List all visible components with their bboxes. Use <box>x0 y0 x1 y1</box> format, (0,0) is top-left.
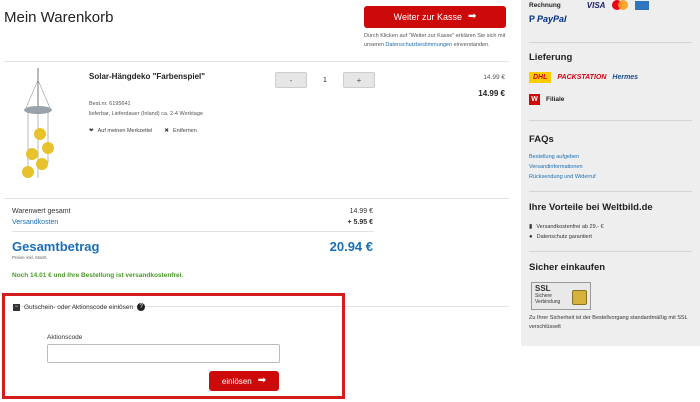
remove-link[interactable]: ✖ Entfernen <box>164 128 196 134</box>
product-image[interactable] <box>18 68 58 188</box>
coupon-field-label: Aktionscode <box>47 334 83 341</box>
benefit-free-shipping: Versandkostenfrei ab 29.- € <box>536 223 604 230</box>
heart-icon: ❤ <box>89 128 94 134</box>
divider <box>529 251 692 252</box>
goods-total-label: Warenwert gesamt <box>12 208 71 215</box>
delivery-title: Lieferung <box>529 52 573 63</box>
help-icon[interactable]: ? <box>137 303 146 311</box>
quantity-increase-button[interactable]: + <box>343 72 375 88</box>
secure-title: Sicher einkaufen <box>529 262 606 273</box>
paypal-icon: P <box>529 14 536 24</box>
benefit-item: ● Datenschutz garantiert <box>529 234 592 240</box>
quantity-stepper: - 1 + <box>275 71 375 89</box>
divider <box>4 61 509 62</box>
line-total-price: 14.99 € <box>478 89 505 98</box>
order-number: Best.nr. 6195641 <box>89 101 131 107</box>
vat-note: Preise inkl. MwSt. <box>12 255 48 260</box>
faq-link-returns[interactable]: Rücksendung und Widerruf <box>529 174 596 180</box>
amex-icon <box>635 0 650 10</box>
visa-logo: VISA <box>586 0 606 10</box>
remove-icon: ✖ <box>164 128 169 134</box>
divider <box>529 191 692 192</box>
hermes-logo: Hermes <box>612 74 639 81</box>
phone-icon: ▮ <box>529 224 533 230</box>
mastercard-icon <box>611 0 629 10</box>
coupon-code-input[interactable] <box>47 344 280 363</box>
unit-price: 14.99 € <box>483 74 505 81</box>
payment-methods: Rechnung VISA <box>529 0 650 10</box>
redeem-button-label: einlösen <box>221 376 252 386</box>
delivery-info: lieferbar, Lieferdauer (Inland) ca. 2-4 … <box>89 111 203 117</box>
divider <box>529 42 692 43</box>
divider <box>529 120 692 121</box>
filiale-row: W Filiale <box>529 94 564 105</box>
filiale-icon: W <box>529 94 540 105</box>
ssl-badge: SSL Sichere Verbindung <box>531 282 591 310</box>
filiale-label: Filiale <box>546 96 565 103</box>
checkout-button-label: Weiter zur Kasse <box>393 12 462 22</box>
divider <box>4 198 509 199</box>
product-meta: Best.nr. 6195641 lieferbar, Lieferdauer … <box>89 99 203 119</box>
arrow-right-icon: ➡ <box>257 375 267 386</box>
wishlist-link[interactable]: ❤ Auf meinen Merkzettel <box>89 128 152 134</box>
shipping-label[interactable]: Versandkosten <box>12 219 58 226</box>
collapse-icon: − <box>13 303 20 311</box>
quantity-value[interactable]: 1 <box>307 77 343 84</box>
coupon-toggle[interactable]: − Gutschein- oder Aktionscode einlösen ? <box>13 303 146 311</box>
coupon-section: − Gutschein- oder Aktionscode einlösen ?… <box>2 293 345 399</box>
grand-total-label: Gesamtbetrag <box>12 239 100 254</box>
invoice-label: Rechnung <box>529 1 561 9</box>
free-shipping-note: Noch 14.01 € und Ihre Bestellung ist ver… <box>12 272 184 279</box>
paypal-row: P PayPal <box>529 14 567 24</box>
packstation-logo: PACKSTATION <box>557 74 607 81</box>
page-title: Mein Warenkorb <box>4 9 114 26</box>
faq-link-shipping[interactable]: Versandinformationen <box>529 164 583 170</box>
redeem-button[interactable]: einlösen ➡ <box>209 371 279 391</box>
cart-main: Mein Warenkorb Weiter zur Kasse ➡ Durch … <box>0 0 515 402</box>
arrow-right-icon: ➡ <box>467 11 477 22</box>
coupon-toggle-label: Gutschein- oder Aktionscode einlösen <box>24 303 134 311</box>
grand-total-value: 20.94 € <box>329 239 373 254</box>
privacy-link[interactable]: Datenschutzbestimmungen <box>385 42 452 48</box>
checkout-button[interactable]: Weiter zur Kasse ➡ <box>364 6 506 28</box>
benefits-title: Ihre Vorteile bei Weltbild.de <box>529 202 653 213</box>
paypal-logo: PayPal <box>537 14 567 24</box>
lock-icon <box>572 290 587 305</box>
benefit-item: ▮ Versandkostenfrei ab 29.- € <box>529 223 604 231</box>
ssl-text: Zu Ihrer Sicherheit ist der Bestellvorga… <box>529 315 688 330</box>
wishlist-label: Auf meinen Merkzettel <box>97 128 153 134</box>
faqs-title: FAQs <box>529 134 554 145</box>
checkout-note-post: einverstanden. <box>452 42 490 48</box>
product-name[interactable]: Solar-Hängdeko "Farbenspiel" <box>89 72 205 81</box>
goods-total-value: 14.99 € <box>349 208 373 215</box>
product-actions: ❤ Auf meinen Merkzettel ✖ Entfernen <box>89 128 197 134</box>
faq-link-order[interactable]: Bestellung aufgeben <box>529 154 579 160</box>
sidebar: Rechnung VISA P PayPal Lieferung DHL PAC… <box>521 0 700 346</box>
shipping-value: + 5.95 € <box>347 219 374 226</box>
quantity-decrease-button[interactable]: - <box>275 72 307 88</box>
benefit-privacy: Datenschutz garantiert <box>536 234 592 240</box>
dhl-logo: DHL <box>529 72 552 83</box>
delivery-logos: DHL PACKSTATION Hermes <box>529 72 638 83</box>
privacy-icon: ● <box>529 234 533 240</box>
checkout-note: Durch Klicken auf "Weiter zur Kasse" erk… <box>364 32 512 50</box>
divider <box>12 231 374 232</box>
remove-label: Entfernen <box>172 128 197 134</box>
